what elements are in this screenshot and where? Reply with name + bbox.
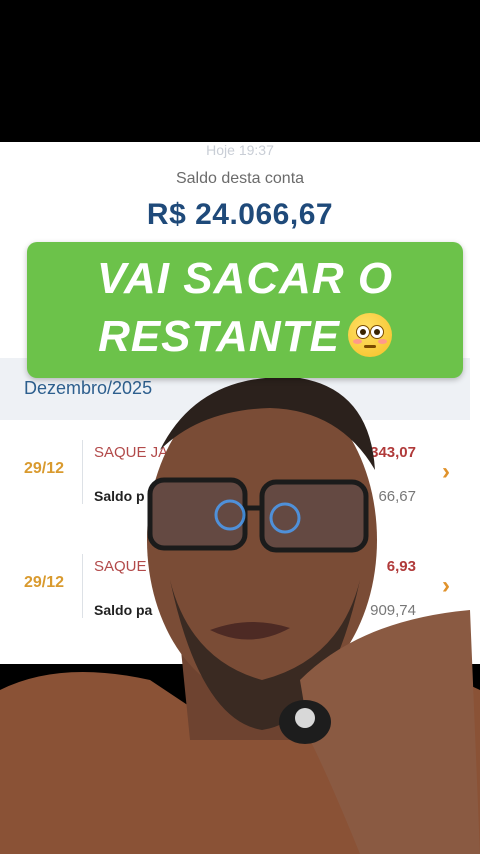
caption-line-1: VAI SACAR O bbox=[96, 254, 394, 303]
caption-line-2-text: RESTANTE bbox=[98, 312, 340, 361]
balance-label: Saldo desta conta bbox=[175, 170, 305, 187]
flushed-face-icon bbox=[347, 313, 392, 357]
status-time: Hoje 19:37 bbox=[206, 142, 274, 158]
balance-value: R$ 24.066,67 bbox=[146, 198, 334, 231]
presenter-video-overlay bbox=[0, 377, 480, 854]
caption-banner: VAI SACAR O RESTANTE bbox=[27, 242, 463, 378]
caption-line-2: RESTANTE bbox=[27, 312, 463, 362]
